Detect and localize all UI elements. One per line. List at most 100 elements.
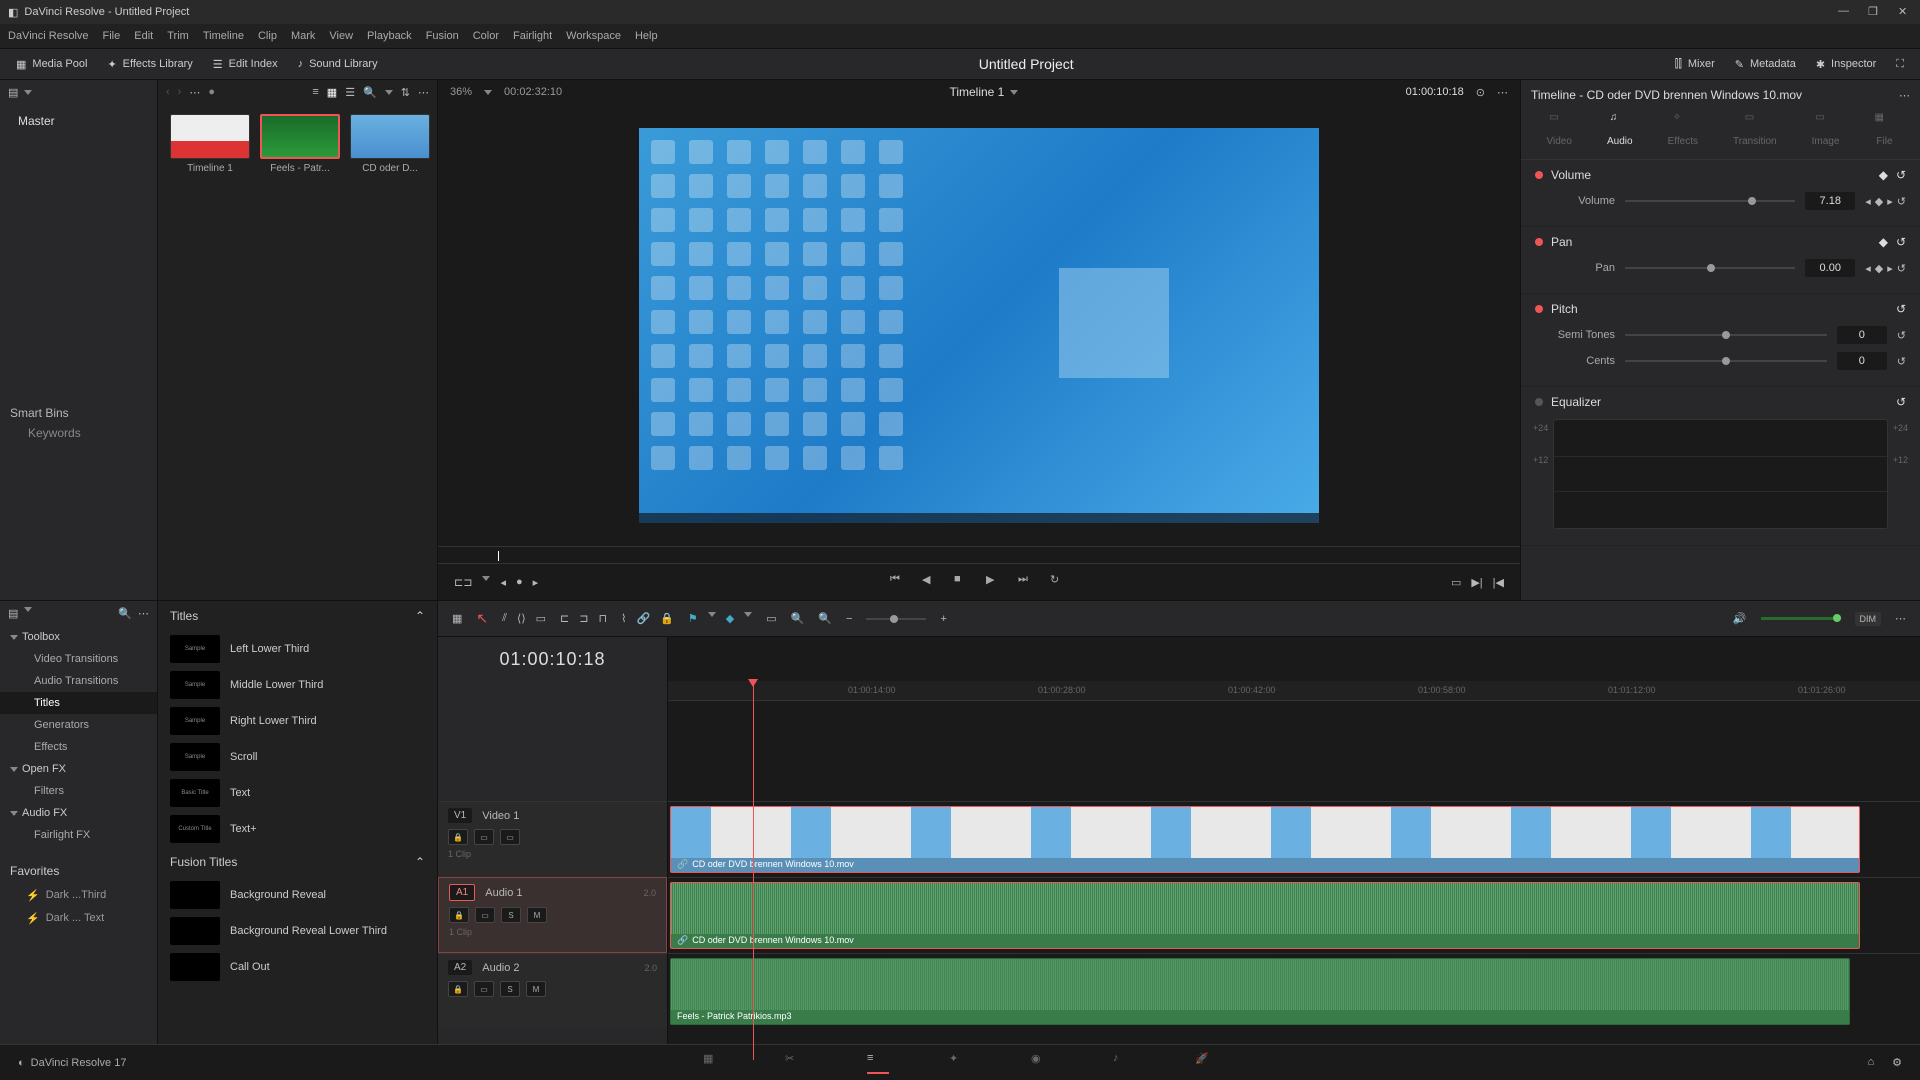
playhead[interactable] <box>753 681 754 1060</box>
reset-icon[interactable]: ↺ <box>1896 235 1906 249</box>
toolbox-header[interactable]: Toolbox <box>0 626 157 648</box>
link-icon[interactable]: 🔗 <box>636 612 650 625</box>
timeline-ruler[interactable]: 01:00:14:00 01:00:28:00 01:00:42:00 01:0… <box>668 681 1920 701</box>
menu-davinci[interactable]: DaVinci Resolve <box>8 30 89 42</box>
titles-cat[interactable]: Titles <box>0 692 157 714</box>
menu-file[interactable]: File <box>103 30 121 42</box>
lock-track-button[interactable]: 🔒 <box>449 907 469 923</box>
monitor-icon[interactable]: ▭ <box>766 612 776 625</box>
eq-enable-dot[interactable] <box>1535 398 1543 406</box>
volume-value[interactable]: 7.18 <box>1805 192 1855 210</box>
timeline-tracks[interactable]: 01:00:14:00 01:00:28:00 01:00:42:00 01:0… <box>668 637 1920 1060</box>
thumb-view-icon[interactable]: ▦ <box>327 86 337 99</box>
prev-frame-button[interactable]: ◀ <box>922 573 940 591</box>
zoom-out-icon[interactable]: − <box>846 613 852 625</box>
title-item[interactable]: Basic TitleText <box>158 775 437 811</box>
reset-param-icon[interactable]: ↺ <box>1897 195 1906 208</box>
tab-effects[interactable]: ✧Effects <box>1668 112 1698 147</box>
viewer-title-dropdown-icon[interactable] <box>1010 90 1018 95</box>
next-edit-icon[interactable]: ▶| <box>1471 576 1482 589</box>
prev-edit-icon[interactable]: |◀ <box>1493 576 1504 589</box>
favorite-item[interactable]: ⚡Dark ... Text <box>0 907 157 930</box>
mute-icon[interactable]: 🔊 <box>1733 612 1747 625</box>
metadata-toggle[interactable]: ✎Metadata <box>1735 58 1796 71</box>
master-bin[interactable]: Master <box>0 104 157 138</box>
reset-param-icon[interactable]: ↺ <box>1897 262 1906 275</box>
video-clip[interactable]: 🔗CD oder DVD brennen Windows 10.mov <box>670 806 1860 873</box>
keyframe-icon[interactable]: ◆ <box>1879 168 1888 182</box>
auto-select-button[interactable]: ▭ <box>474 981 494 997</box>
pitch-enable-dot[interactable] <box>1535 305 1543 313</box>
title-item[interactable]: Custom TitleText+ <box>158 811 437 847</box>
filter-icon[interactable]: ⇅ <box>401 86 410 99</box>
viewer-zoom[interactable]: 36% <box>450 86 472 98</box>
viewer-title[interactable]: Timeline 1 <box>949 85 1004 99</box>
stop-button[interactable]: ■ <box>954 573 972 591</box>
fusion-titles-group-header[interactable]: Fusion Titles⌃ <box>158 847 437 877</box>
fairlight-page-button[interactable]: ♪ <box>1113 1052 1135 1074</box>
effects-library-toggle[interactable]: ✦Effects Library <box>107 58 192 71</box>
pan-enable-dot[interactable] <box>1535 238 1543 246</box>
equalizer-graph[interactable] <box>1553 419 1888 529</box>
blade-tool-icon[interactable]: ▭ <box>536 612 546 625</box>
trim-tool-icon[interactable]: ⫽ <box>502 612 507 625</box>
reset-param-icon[interactable]: ↺ <box>1897 355 1906 368</box>
auto-select-button[interactable]: ▭ <box>474 829 494 845</box>
tab-image[interactable]: ▭Image <box>1812 112 1840 147</box>
audiofx-header[interactable]: Audio FX <box>0 802 157 824</box>
prev-keyframe-icon[interactable]: ◂ <box>1865 262 1871 275</box>
zoom-dropdown-icon[interactable] <box>484 90 492 95</box>
mute-button[interactable]: M <box>527 907 547 923</box>
tab-transition[interactable]: ▭Transition <box>1733 112 1777 147</box>
home-button[interactable]: ⌂ <box>1867 1056 1874 1069</box>
bypass-icon[interactable]: ⊙ <box>1476 86 1485 99</box>
pan-slider[interactable] <box>1625 267 1795 269</box>
tab-video[interactable]: ▭Video <box>1547 112 1572 147</box>
title-item[interactable]: Call Out <box>158 949 437 985</box>
library-dropdown-icon[interactable] <box>24 607 32 612</box>
loop-button[interactable]: ↻ <box>1050 573 1068 591</box>
dim-button[interactable]: DIM <box>1855 612 1882 626</box>
list-view-icon[interactable]: ≡ <box>312 86 318 98</box>
volume-enable-dot[interactable] <box>1535 171 1543 179</box>
prev-keyframe-icon[interactable]: ◂ <box>1865 195 1871 208</box>
keywords-bin[interactable]: Keywords <box>10 420 147 446</box>
track-a2[interactable]: Feels - Patrick Patrikios.mp3 <box>668 953 1920 1029</box>
options-icon[interactable]: ⋯ <box>418 86 429 99</box>
generators-cat[interactable]: Generators <box>0 714 157 736</box>
bin-dropdown-icon[interactable] <box>24 90 32 95</box>
tab-audio[interactable]: ♫Audio <box>1607 112 1633 147</box>
next-keyframe-icon[interactable]: ▸ <box>1887 262 1893 275</box>
menu-view[interactable]: View <box>329 30 353 42</box>
openfx-header[interactable]: Open FX <box>0 758 157 780</box>
bin-view-icon[interactable]: ▤ <box>8 86 18 99</box>
marker-dropdown-icon[interactable] <box>744 612 752 617</box>
mute-button[interactable]: M <box>526 981 546 997</box>
pan-value[interactable]: 0.00 <box>1805 259 1855 277</box>
track-id[interactable]: A1 <box>449 884 475 901</box>
close-button[interactable]: ✕ <box>1898 5 1912 19</box>
nav-fwd-icon[interactable]: › <box>178 86 182 98</box>
filters-cat[interactable]: Filters <box>0 780 157 802</box>
auto-select-button[interactable]: ▭ <box>475 907 495 923</box>
keyframe-icon[interactable]: ◆ <box>1879 235 1888 249</box>
media-clip-timeline[interactable]: Timeline 1 <box>170 114 250 174</box>
media-clip-feels[interactable]: Feels - Patr... <box>260 114 340 174</box>
favorite-item[interactable]: ⚡Dark ...Third <box>0 884 157 907</box>
lock-icon[interactable]: 🔒 <box>660 612 674 625</box>
library-options-icon[interactable]: ⋯ <box>138 607 149 620</box>
zoom-slider[interactable] <box>866 618 926 620</box>
semitones-slider[interactable] <box>1625 334 1827 336</box>
title-item[interactable]: Background Reveal Lower Third <box>158 913 437 949</box>
timeline-options-icon[interactable]: ⋯ <box>1895 612 1906 625</box>
menu-color[interactable]: Color <box>473 30 499 42</box>
title-item[interactable]: SampleRight Lower Third <box>158 703 437 739</box>
menu-clip[interactable]: Clip <box>258 30 277 42</box>
library-view-icon[interactable]: ▤ <box>8 607 18 620</box>
color-page-button[interactable]: ◉ <box>1031 1052 1053 1074</box>
mixer-toggle[interactable]: ⫿⫿Mixer <box>1675 58 1715 71</box>
track-id[interactable]: V1 <box>448 808 472 823</box>
track-v1[interactable]: 🔗CD oder DVD brennen Windows 10.mov <box>668 801 1920 877</box>
zoom-tool-icon[interactable]: 🔍 <box>818 612 832 625</box>
menu-timeline[interactable]: Timeline <box>203 30 244 42</box>
